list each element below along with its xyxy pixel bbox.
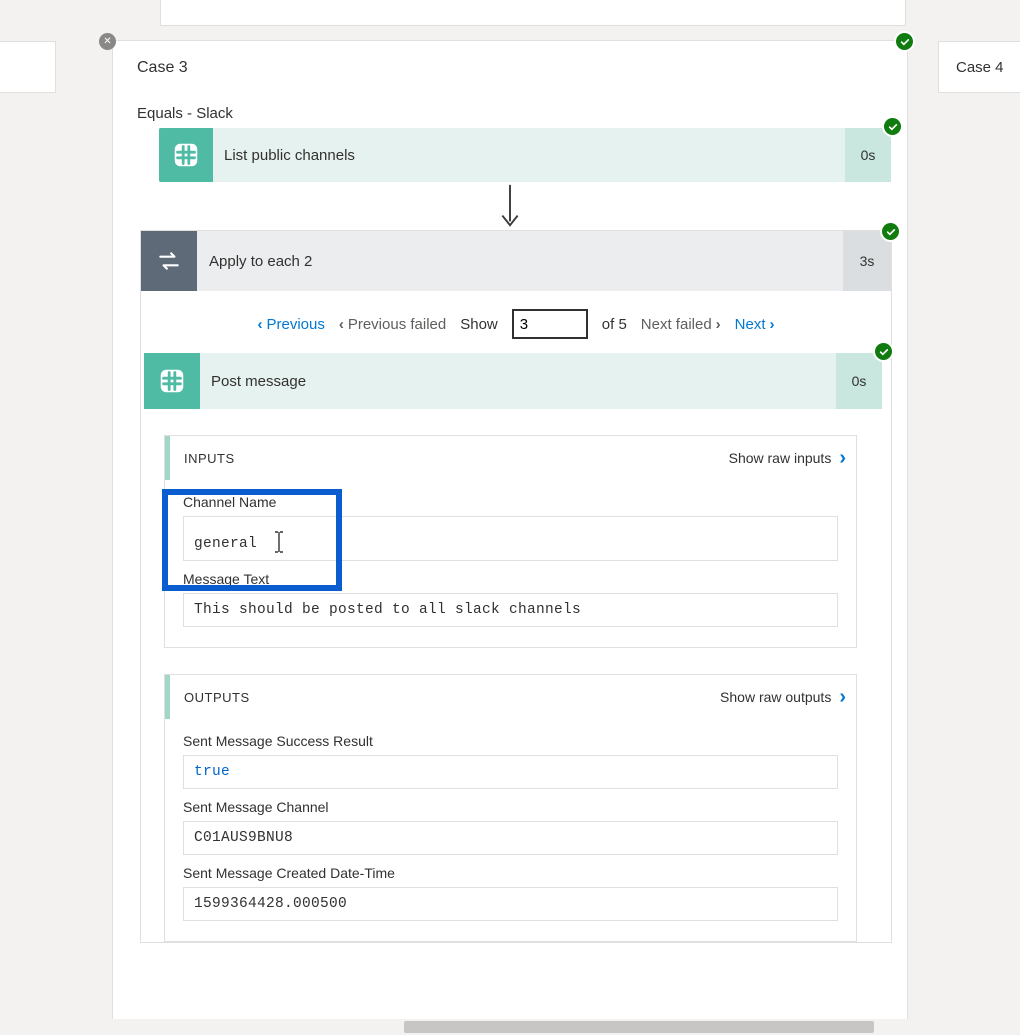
outputs-header: OUTPUTS Show raw outputs› bbox=[165, 675, 856, 719]
text-cursor-icon bbox=[274, 531, 284, 558]
close-icon[interactable]: ✕ bbox=[99, 33, 116, 50]
arrow-down-icon bbox=[494, 182, 526, 230]
case-tab-left[interactable] bbox=[0, 41, 56, 93]
check-icon bbox=[884, 118, 901, 135]
outputs-panel: OUTPUTS Show raw outputs› Sent Message S… bbox=[164, 674, 857, 942]
field-value[interactable]: true bbox=[183, 755, 838, 789]
pager-previous[interactable]: ‹Previous bbox=[257, 316, 324, 333]
step-post-message[interactable]: Post message 0s bbox=[144, 353, 882, 409]
check-icon bbox=[882, 223, 899, 240]
check-icon bbox=[875, 343, 892, 360]
field-label: Sent Message Created Date-Time bbox=[183, 865, 838, 881]
loop-header[interactable]: Apply to each 2 3s bbox=[141, 231, 891, 291]
pager-next-failed[interactable]: Next failed› bbox=[641, 316, 721, 333]
pager-previous-failed[interactable]: ‹Previous failed bbox=[339, 316, 446, 333]
outputs-heading: OUTPUTS bbox=[184, 690, 250, 705]
loop-card: Apply to each 2 3s ‹Previous ‹Previous f… bbox=[140, 230, 892, 943]
field-channel: Sent Message Channel C01AUS9BNU8 bbox=[183, 799, 838, 855]
step-label: Post message bbox=[200, 353, 836, 409]
previous-case-partial bbox=[160, 0, 906, 26]
scrollbar-thumb[interactable] bbox=[404, 1021, 874, 1033]
inputs-heading: INPUTS bbox=[184, 451, 235, 466]
field-value[interactable]: C01AUS9BNU8 bbox=[183, 821, 838, 855]
slack-icon bbox=[144, 353, 200, 409]
slack-icon bbox=[159, 128, 213, 182]
inputs-panel: INPUTS Show raw inputs› Channel Name gen… bbox=[164, 435, 857, 648]
loop-pager: ‹Previous ‹Previous failed Show of 5 Nex… bbox=[141, 291, 891, 353]
field-created: Sent Message Created Date-Time 159936442… bbox=[183, 865, 838, 921]
pager-current-input[interactable] bbox=[512, 309, 588, 339]
loop-icon bbox=[141, 231, 197, 291]
field-message-text: Message Text This should be posted to al… bbox=[183, 571, 838, 627]
duration-badge: 0s bbox=[845, 128, 891, 182]
pager-next[interactable]: Next› bbox=[735, 316, 775, 333]
field-label: Message Text bbox=[183, 571, 838, 587]
check-icon bbox=[896, 33, 913, 50]
case-card: ✕ Case 3 Equals - Slack List public chan… bbox=[112, 40, 908, 1035]
pager-show-label: Show bbox=[460, 316, 498, 333]
case4-label: Case 4 bbox=[956, 59, 1004, 76]
field-success: Sent Message Success Result true bbox=[183, 733, 838, 789]
field-value[interactable]: general bbox=[183, 516, 838, 561]
loop-label: Apply to each 2 bbox=[197, 231, 843, 291]
field-label: Channel Name bbox=[183, 494, 838, 510]
show-raw-inputs-link[interactable]: Show raw inputs› bbox=[729, 447, 846, 470]
duration-badge: 3s bbox=[843, 231, 891, 291]
case-title: Case 3 bbox=[113, 41, 907, 77]
show-raw-outputs-link[interactable]: Show raw outputs› bbox=[720, 686, 846, 709]
pager-of-label: of 5 bbox=[602, 316, 627, 333]
field-value[interactable]: 1599364428.000500 bbox=[183, 887, 838, 921]
duration-badge: 0s bbox=[836, 353, 882, 409]
field-label: Sent Message Success Result bbox=[183, 733, 838, 749]
field-channel-name: Channel Name general bbox=[183, 494, 838, 561]
case-tab-right[interactable]: Case 4 bbox=[938, 41, 1020, 93]
field-label: Sent Message Channel bbox=[183, 799, 838, 815]
step-label: List public channels bbox=[213, 128, 845, 182]
horizontal-scrollbar[interactable] bbox=[0, 1019, 1020, 1035]
step-list-channels[interactable]: List public channels 0s bbox=[159, 128, 891, 182]
field-value[interactable]: This should be posted to all slack chann… bbox=[183, 593, 838, 627]
condition-label: Equals - Slack bbox=[113, 77, 907, 122]
inputs-header: INPUTS Show raw inputs› bbox=[165, 436, 856, 480]
